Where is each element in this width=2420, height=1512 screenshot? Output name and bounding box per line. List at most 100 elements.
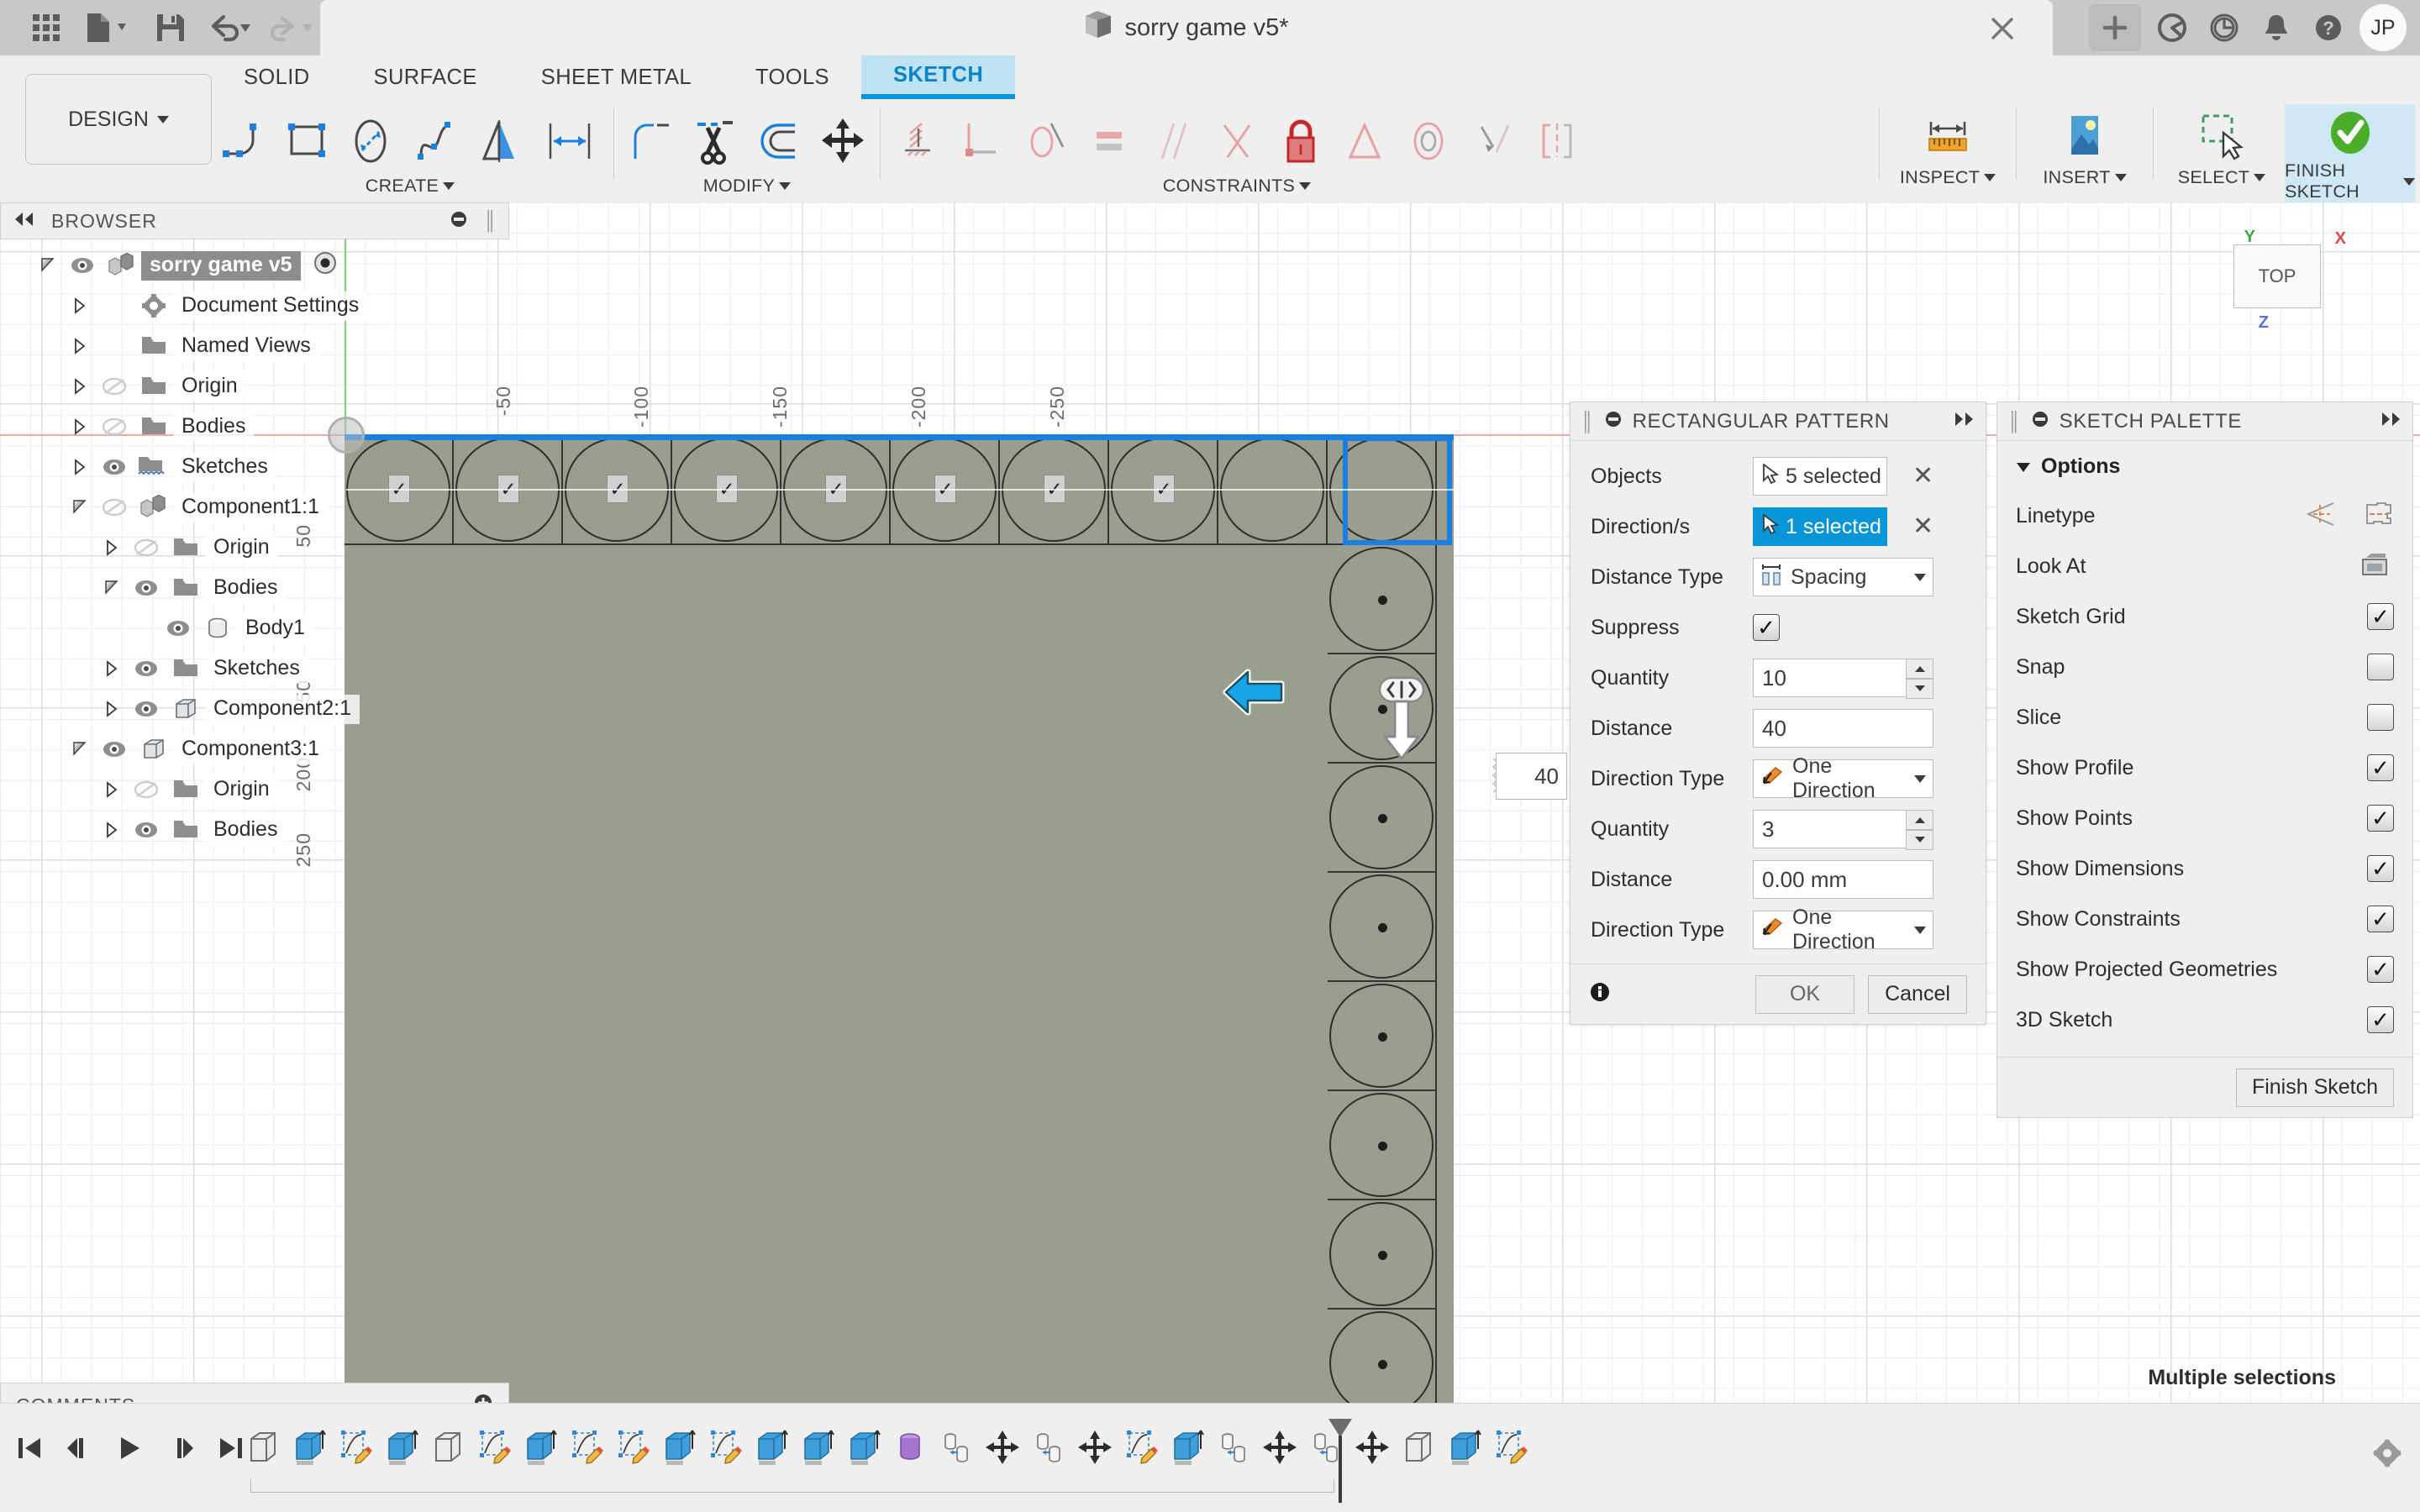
expander-collapsed-icon[interactable] bbox=[97, 701, 126, 717]
sketch-point[interactable] bbox=[1377, 1141, 1387, 1151]
mirror-icon[interactable] bbox=[467, 104, 531, 178]
timeline-feature-sketch-icon[interactable] bbox=[475, 1422, 513, 1473]
distance-1-input[interactable]: 40 bbox=[1753, 709, 1933, 748]
tab-sheet-metal[interactable]: SHEET METAL bbox=[509, 55, 723, 99]
timeline-feature-move-icon[interactable] bbox=[983, 1422, 1022, 1473]
minimize-icon[interactable] bbox=[450, 210, 468, 233]
offset-icon[interactable] bbox=[747, 104, 811, 178]
visibility-eye-icon[interactable] bbox=[126, 820, 166, 840]
expander-expanded-icon[interactable] bbox=[97, 580, 126, 596]
expander-collapsed-icon[interactable] bbox=[97, 660, 126, 677]
tab-tools[interactable]: TOOLS bbox=[723, 55, 861, 99]
expander-expanded-icon[interactable] bbox=[66, 499, 94, 516]
timeline-feature-sketch-icon[interactable] bbox=[613, 1422, 652, 1473]
timeline-feature-body-icon[interactable] bbox=[1399, 1422, 1438, 1473]
ribbon-group-select[interactable]: SELECT bbox=[2159, 104, 2285, 202]
sketch-point[interactable] bbox=[1377, 1250, 1387, 1260]
insert-image-icon[interactable] bbox=[2053, 104, 2117, 170]
quantity-2-stepper[interactable] bbox=[1906, 810, 1933, 850]
construction-line-icon[interactable] bbox=[2303, 501, 2337, 532]
timeline-feature-extrude-icon[interactable] bbox=[382, 1422, 421, 1473]
step-forward-icon[interactable] bbox=[163, 1427, 198, 1469]
collapse-left-icon[interactable] bbox=[13, 211, 36, 232]
collinear-icon[interactable] bbox=[950, 104, 1013, 178]
expander-expanded-icon[interactable] bbox=[34, 257, 62, 274]
minimize-icon[interactable] bbox=[1604, 410, 1623, 433]
timeline-feature-sketch-icon[interactable] bbox=[336, 1422, 375, 1473]
quantity-1-input[interactable]: 10 bbox=[1753, 659, 1933, 699]
browser-tree-item[interactable]: Bodies bbox=[0, 407, 514, 447]
sketch-point[interactable] bbox=[1377, 922, 1387, 932]
play-icon[interactable] bbox=[113, 1427, 148, 1469]
centerline-icon[interactable] bbox=[2364, 501, 2394, 532]
symmetry-icon[interactable] bbox=[1524, 104, 1588, 178]
parallel-icon[interactable] bbox=[1141, 104, 1205, 178]
avatar[interactable]: JP bbox=[2360, 4, 2407, 51]
browser-tree-item[interactable]: Body1 bbox=[0, 608, 514, 648]
distance-type-dropdown[interactable]: Spacing bbox=[1753, 558, 1933, 596]
visibility-eye-icon[interactable] bbox=[126, 578, 166, 598]
directions-select-button[interactable]: 1 selected bbox=[1753, 507, 1887, 546]
options-section-header[interactable]: Options bbox=[2016, 454, 2394, 479]
timeline-feature-move-icon[interactable] bbox=[1260, 1422, 1299, 1473]
expander-collapsed-icon[interactable] bbox=[66, 297, 94, 314]
sketch-dimension-icon[interactable] bbox=[531, 104, 608, 178]
timeline-feature-sketch-icon[interactable] bbox=[567, 1422, 606, 1473]
visibility-eye-icon[interactable] bbox=[126, 699, 166, 719]
browser-tree-item[interactable]: Sketches bbox=[0, 447, 514, 487]
quantity-2-input[interactable]: 3 bbox=[1753, 810, 1933, 850]
expander-collapsed-icon[interactable] bbox=[97, 781, 126, 798]
save-icon[interactable] bbox=[139, 0, 202, 55]
direction-type-1-dropdown[interactable]: One Direction bbox=[1753, 754, 1933, 802]
show-dimensions-checkbox[interactable]: ✓ bbox=[2367, 855, 2394, 882]
timeline-feature-sketch-icon[interactable] bbox=[1122, 1422, 1160, 1473]
timeline-marker[interactable] bbox=[1326, 1417, 1355, 1504]
timeline-feature-extrude-icon[interactable] bbox=[521, 1422, 560, 1473]
expander-collapsed-icon[interactable] bbox=[97, 822, 126, 838]
stepper-up-icon[interactable] bbox=[1906, 810, 1933, 830]
expander-collapsed-icon[interactable] bbox=[66, 338, 94, 354]
browser-tree-item[interactable]: Component3:1 bbox=[0, 729, 514, 769]
ok-button[interactable]: OK bbox=[1755, 974, 1854, 1014]
objects-select-button[interactable]: 5 selected bbox=[1753, 457, 1887, 496]
visibility-eye-off-icon[interactable] bbox=[94, 497, 134, 517]
tab-surface[interactable]: SURFACE bbox=[342, 55, 509, 99]
dialog-header[interactable]: ║ RECTANGULAR PATTERN bbox=[1570, 402, 1986, 441]
ribbon-group-modify-label[interactable]: MODIFY bbox=[703, 176, 792, 197]
green-check-icon[interactable] bbox=[2318, 104, 2382, 163]
sketch-point[interactable] bbox=[1377, 1032, 1387, 1042]
timeline-feature-extrude-icon[interactable] bbox=[290, 1422, 329, 1473]
horizontal-vertical-icon[interactable] bbox=[1333, 104, 1397, 178]
trim-icon[interactable] bbox=[683, 104, 747, 178]
spline-icon[interactable] bbox=[403, 104, 467, 178]
visibility-eye-icon[interactable] bbox=[126, 659, 166, 679]
ribbon-group-constraints-label[interactable]: CONSTRAINTS bbox=[1163, 176, 1312, 197]
snap-checkbox[interactable]: ✓ bbox=[2367, 654, 2394, 680]
expander-expanded-icon[interactable] bbox=[66, 741, 94, 758]
close-icon[interactable] bbox=[1986, 12, 2019, 45]
finish-sketch-palette-button[interactable]: Finish Sketch bbox=[2235, 1068, 2394, 1107]
finish-sketch-button[interactable]: FINISH SKETCH bbox=[2285, 104, 2415, 202]
expander-collapsed-icon[interactable] bbox=[66, 418, 94, 435]
show-profile-checkbox[interactable]: ✓ bbox=[2367, 754, 2394, 781]
cancel-button[interactable]: Cancel bbox=[1868, 974, 1967, 1014]
arc-icon[interactable] bbox=[212, 104, 276, 178]
move-copy-icon[interactable] bbox=[811, 104, 875, 178]
timeline-feature-extrude-icon[interactable] bbox=[752, 1422, 791, 1473]
timeline-feature-extrude-icon[interactable] bbox=[844, 1422, 883, 1473]
timeline-feature-move-icon[interactable] bbox=[1076, 1422, 1114, 1473]
stepper-down-icon[interactable] bbox=[1906, 679, 1933, 699]
timeline-feature-sketch-icon[interactable] bbox=[1491, 1422, 1530, 1473]
minimize-icon[interactable] bbox=[2031, 410, 2049, 433]
fillet-icon[interactable] bbox=[619, 104, 683, 178]
ellipse-icon[interactable] bbox=[339, 104, 403, 178]
show-constraints-checkbox[interactable]: ✓ bbox=[2367, 906, 2394, 932]
look-at-icon[interactable] bbox=[2359, 551, 2391, 582]
expander-collapsed-icon[interactable] bbox=[66, 378, 94, 395]
timeline-feature-extrude-icon[interactable] bbox=[1168, 1422, 1207, 1473]
ribbon-group-insert[interactable]: INSERT bbox=[2022, 104, 2148, 202]
dimension-value-field[interactable]: 40 bbox=[1496, 753, 1567, 800]
redo-icon[interactable] bbox=[264, 0, 326, 55]
midpoint-icon[interactable] bbox=[1460, 104, 1524, 178]
document-tab[interactable]: sorry game v5* bbox=[320, 0, 2053, 55]
